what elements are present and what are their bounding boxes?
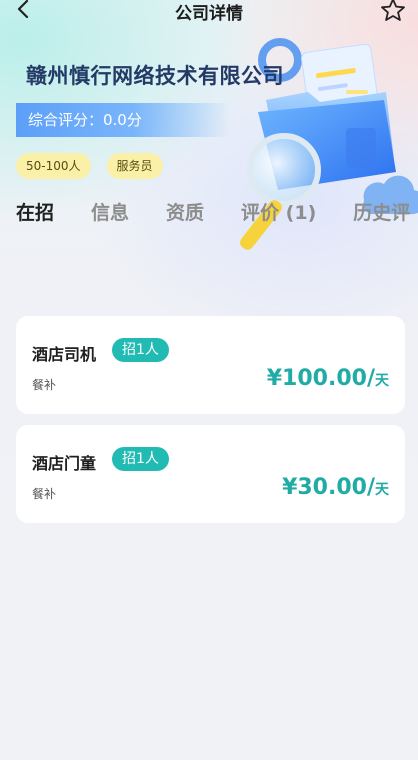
job-title: 酒店司机 [32,345,97,364]
industry-tag: 服务员 [106,153,163,179]
job-card[interactable]: 酒店门童 招1人 餐补 ¥30.00/天 [16,425,405,523]
job-benefit: 餐补 [32,487,57,501]
salary-unit: 天 [375,373,389,389]
star-outline-icon[interactable] [380,0,406,22]
tab-history[interactable]: 历史评 [353,198,410,225]
company-tags: 50-100人 服务员 [16,153,163,179]
salary-amount: ¥30.00/ [282,475,375,500]
tab-info[interactable]: 信息 [91,198,129,225]
tab-reviews[interactable]: 评价 (1) [241,198,316,225]
job-salary: ¥30.00/天 [282,475,389,500]
tab-bar: 在招 信息 资质 评价 (1) 历史评 [16,198,418,225]
job-card[interactable]: 酒店司机 招1人 餐补 ¥100.00/天 [16,316,405,414]
salary-unit: 天 [375,482,389,498]
recruit-count-badge: 招1人 [112,338,169,362]
salary-amount: ¥100.00/ [266,366,375,391]
company-size-tag: 50-100人 [16,153,91,179]
job-benefit: 餐补 [32,378,57,392]
recruit-count-badge: 招1人 [112,447,169,471]
tab-qualification[interactable]: 资质 [166,198,204,225]
top-navigation-bar: 公司详情 [0,0,418,26]
company-name: 赣州慎行网络技术有限公司 [26,64,284,88]
overall-score-banner: 综合评分：0.0分 [16,103,230,137]
page-title: 公司详情 [175,4,243,24]
tab-hiring[interactable]: 在招 [16,198,54,225]
job-title: 酒店门童 [32,454,97,473]
job-salary: ¥100.00/天 [267,366,389,391]
